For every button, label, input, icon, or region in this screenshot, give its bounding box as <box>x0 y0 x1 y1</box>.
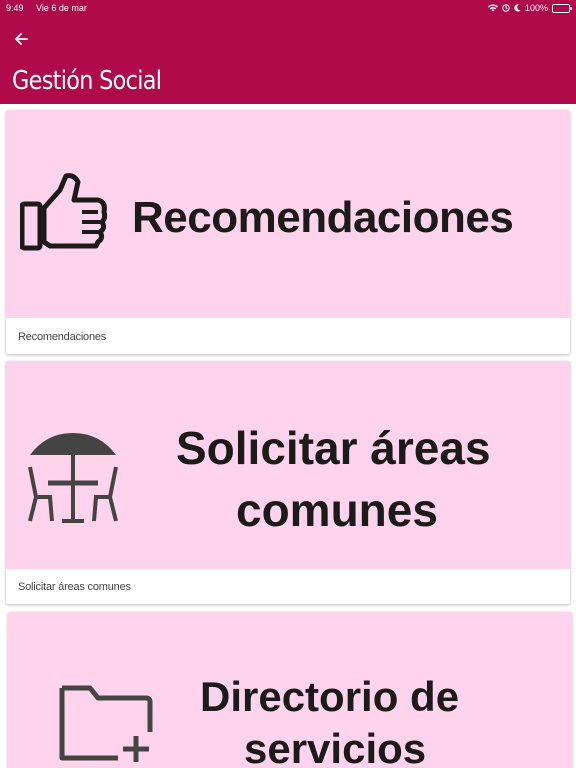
status-bar-left: 9:49 Vie 6 de mar <box>6 0 87 16</box>
card-solicitar-areas-comunes[interactable]: Solicitar áreas comunes Solicitar áreas … <box>6 361 570 604</box>
battery-icon <box>552 3 572 13</box>
arrow-left-icon <box>15 33 28 45</box>
back-button[interactable] <box>8 28 34 50</box>
thumbs-up-icon <box>20 173 108 251</box>
card-heading-line: Directorio de <box>200 673 460 720</box>
card-heading-line: Recomendaciones <box>132 193 514 242</box>
patio-table-umbrella-icon <box>28 433 118 523</box>
card-heading-line: Solicitar áreas <box>176 422 491 474</box>
moon-icon <box>514 4 521 12</box>
card-heading-line: comunes <box>236 484 438 536</box>
status-time: 9:49 <box>6 3 24 13</box>
card-directorio-de-servicios[interactable]: Directorio de servicios <box>8 612 572 768</box>
app-bar: 9:49 Vie 6 de mar 100% Gestión Social <box>0 0 576 104</box>
status-bar-right: 100% <box>487 0 572 16</box>
battery-percent: 100% <box>524 3 548 13</box>
card-caption: Solicitar áreas comunes <box>18 581 131 593</box>
page-title: Gestión Social <box>12 66 162 96</box>
wifi-icon <box>487 4 498 12</box>
card-caption: Recomendaciones <box>18 331 107 343</box>
status-bar: 9:49 Vie 6 de mar 100% <box>0 0 576 16</box>
card-heading-line: servicios <box>244 725 427 768</box>
card-recomendaciones[interactable]: Recomendaciones Recomendaciones <box>6 110 570 354</box>
location-lock-icon <box>502 4 510 12</box>
folder-add-icon <box>59 685 153 762</box>
status-date: Vie 6 de mar <box>36 3 87 13</box>
card-image: Solicitar áreas comunes <box>6 361 570 569</box>
card-image: Directorio de servicios <box>8 612 572 768</box>
card-image: Recomendaciones <box>6 110 570 318</box>
